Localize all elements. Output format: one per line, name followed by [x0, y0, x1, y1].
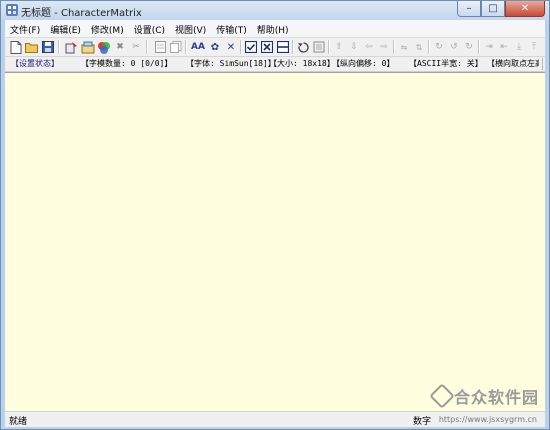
glyph-import-icon[interactable] — [65, 40, 79, 54]
paw-icon[interactable]: ✿ — [208, 40, 222, 54]
set-state-label: 【设置状态】 — [11, 59, 59, 68]
font-lib-icon[interactable] — [81, 40, 95, 54]
toolbar-separator — [292, 40, 294, 54]
toolbar-separator — [146, 40, 148, 54]
checkbox-cross-icon[interactable] — [260, 40, 274, 54]
open-folder-icon[interactable] — [25, 40, 39, 54]
menu-transfer[interactable]: 传输(T) — [211, 20, 252, 37]
editor-canvas[interactable] — [5, 72, 545, 411]
color-palette-icon[interactable] — [97, 40, 111, 54]
flip-h-icon[interactable]: ⇋ — [397, 40, 411, 54]
toolbar-separator — [328, 40, 330, 54]
rotate-icon[interactable] — [296, 40, 310, 54]
arrow-up-icon[interactable]: ⇧ — [332, 40, 346, 54]
shift-down-icon[interactable]: ⤓ — [512, 40, 526, 54]
size-text: 【大小: 18x18】 — [269, 59, 335, 68]
font-aa-button[interactable]: AA — [190, 40, 206, 54]
close-button[interactable]: ✕ — [505, 1, 545, 17]
shift-left-icon[interactable]: ⇤ — [497, 40, 511, 54]
menu-help[interactable]: 帮助(H) — [252, 20, 294, 37]
new-file-icon[interactable] — [9, 40, 23, 54]
copy-icon[interactable]: ✂ — [129, 40, 143, 54]
minimize-button[interactable]: – — [457, 1, 481, 17]
font-text: 【字体: SimSun[18]】 — [186, 59, 276, 68]
shift-right-icon[interactable]: ⇥ — [482, 40, 496, 54]
rotate-180-icon[interactable]: ↻ — [462, 40, 476, 54]
toolbar-separator — [58, 40, 60, 54]
rotate-ccw-icon[interactable]: ↺ — [447, 40, 461, 54]
menu-edit[interactable]: 编辑(E) — [45, 20, 86, 37]
app-window: 无标题 - CharacterMatrix – □ ✕ 文件(F) 编辑(E) … — [0, 0, 550, 430]
watermark-logo-icon — [429, 383, 455, 409]
status-ready-text: 就绪 — [9, 417, 28, 427]
rotate-cw-icon[interactable]: ↻ — [432, 40, 446, 54]
arrow-left-icon[interactable]: ⇦ — [362, 40, 376, 54]
menu-view[interactable]: 视图(V) — [170, 20, 211, 37]
toolbar-separator — [393, 40, 395, 54]
toolbar-separator — [185, 40, 187, 54]
checkbox-split-icon[interactable] — [276, 40, 290, 54]
client-area: 文件(F) 编辑(E) 修改(M) 设置(C) 视图(V) 传输(T) 帮助(H… — [5, 20, 545, 427]
toolbar-separator — [478, 40, 480, 54]
arrow-right-icon[interactable]: ⇨ — [377, 40, 391, 54]
cut-icon[interactable]: ✖ — [113, 40, 127, 54]
page-icon[interactable] — [153, 40, 167, 54]
shift-up-icon[interactable]: ⤒ — [527, 40, 541, 54]
frame-icon[interactable] — [312, 40, 326, 54]
tools-icon[interactable]: ✕ — [224, 40, 238, 54]
arrow-down-icon[interactable]: ⇩ — [347, 40, 361, 54]
menu-modify[interactable]: 修改(M) — [86, 20, 129, 37]
glyph-count-text: 【字模数量: 0 [0/0]】 — [81, 59, 173, 68]
watermark: 合众软件园 — [429, 383, 539, 409]
menu-settings[interactable]: 设置(C) — [129, 20, 170, 37]
maximize-button[interactable]: □ — [481, 1, 505, 17]
flip-v-icon[interactable]: ⇅ — [412, 40, 426, 54]
info-bar: 【设置状态】 【字模数量: 0 [0/0]】 【字体: SimSun[18]】 … — [5, 57, 545, 72]
info-bar-separator — [542, 58, 543, 70]
mode-text: 【横向取点左高位 模式】 — [487, 59, 539, 68]
watermark-text: 合众软件园 — [453, 388, 539, 407]
watermark-url: https://www.jsxsygrm.cn — [438, 415, 537, 424]
app-icon — [6, 4, 18, 16]
save-icon[interactable] — [41, 40, 55, 54]
title-bar[interactable]: 无标题 - CharacterMatrix – □ ✕ — [1, 1, 549, 20]
vertical-offset-text: 【纵向偏移: 0】 — [332, 59, 395, 68]
menu-file[interactable]: 文件(F) — [5, 20, 45, 37]
pages-icon[interactable] — [169, 40, 183, 54]
window-controls: – □ ✕ — [457, 1, 545, 18]
status-numlock-text: 数字 — [413, 417, 432, 427]
menu-bar: 文件(F) 编辑(E) 修改(M) 设置(C) 视图(V) 传输(T) 帮助(H… — [5, 20, 545, 38]
window-title: 无标题 - CharacterMatrix — [21, 8, 142, 19]
toolbar: ✖ ✂ AA ✿ ✕ ⇧ ⇩ ⇦ ⇨ ⇋ ⇅ ↻ ↺ ↻ ⇥ ⇤ ⤓ ⤒ — [5, 38, 545, 57]
ascii-half-width-text: 【ASCII半宽: 关】 — [409, 59, 483, 68]
toolbar-separator — [428, 40, 430, 54]
checkbox-check-icon[interactable] — [244, 40, 258, 54]
toolbar-separator — [240, 40, 242, 54]
